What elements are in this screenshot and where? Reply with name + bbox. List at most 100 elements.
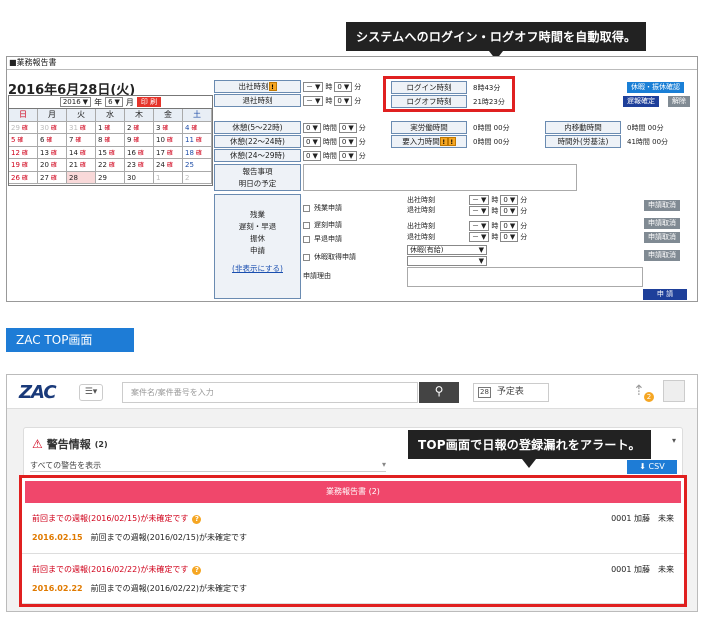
menu-icon[interactable]: ☰▾ — [79, 384, 103, 401]
holiday-type-select[interactable]: 休暇(有給) ▼ — [407, 245, 487, 255]
release-button[interactable]: 解除 — [668, 96, 690, 107]
calendar-day[interactable]: 25 — [183, 159, 212, 172]
calendar-day[interactable]: 2 確 — [125, 121, 154, 134]
attend-out-input[interactable]: － ▼ 時 0 ▼ 分 — [303, 96, 361, 106]
calendar-day[interactable]: 30 確 — [38, 121, 67, 134]
outside-hours-value: 41時間 00分 — [627, 138, 669, 146]
notification-icon[interactable]: ⇡ — [633, 383, 645, 399]
calendar-day[interactable]: 24 確 — [154, 159, 183, 172]
cancel-early-button[interactable]: 申請取消 — [644, 232, 680, 243]
calendar-day[interactable]: 3 確 — [154, 121, 183, 134]
calendar-day[interactable]: 11 確 — [183, 134, 212, 147]
break1-input[interactable]: 0 ▼ 時間 0 ▼ 分 — [303, 123, 366, 133]
attend-in-input[interactable]: － ▼ 時 0 ▼ 分 — [303, 82, 361, 92]
alert-link[interactable]: 前回までの週報(2016/02/15)が未確定です — [32, 514, 188, 523]
request-label: 残業 遅刻・早退 振休 申請 (非表示にする) — [214, 194, 301, 299]
alert-list: 前回までの週報(2016/02/15)が未確定です? 0001 加藤 未来 2016… — [22, 503, 684, 604]
break2-label: 休憩(22～24時) — [214, 135, 301, 148]
calendar-day[interactable]: 17 確 — [154, 146, 183, 159]
calendar-day[interactable]: 27 確 — [38, 171, 67, 184]
calendar-day[interactable]: 18 確 — [183, 146, 212, 159]
late-checkbox[interactable]: 遅刻申請 — [303, 220, 342, 230]
help-icon[interactable]: ? — [192, 515, 202, 524]
alert-user: 0001 加藤 — [611, 514, 650, 523]
calendar-day[interactable]: 29 確 — [9, 121, 38, 134]
cancel-holiday-button[interactable]: 申請取消 — [644, 250, 680, 261]
calendar-day[interactable]: 19 確 — [9, 159, 38, 172]
calendar-day[interactable]: 31 確 — [67, 121, 96, 134]
chevron-down-icon: ▼ — [478, 246, 484, 254]
calendar-day[interactable]: 8 確 — [96, 134, 125, 147]
alert-row: 前回までの週報(2016/02/22)が未確定です? 0001 加藤 未来 2016… — [22, 554, 684, 604]
calendar-day[interactable]: 12 確 — [9, 146, 38, 159]
alert-user: 0001 加藤 — [611, 565, 650, 574]
holiday-confirm-button[interactable]: 休暇・振休確認 — [627, 82, 684, 93]
late-out-label: 退社時刻 — [407, 233, 435, 241]
warning-icon: ! — [439, 137, 448, 146]
calendar-day[interactable]: 26 確 — [9, 171, 38, 184]
calendar-day[interactable]: 15 確 — [96, 146, 125, 159]
report-textarea[interactable] — [303, 164, 577, 191]
entered-hours-value: 0時間 00分 — [473, 138, 510, 146]
alert-date: 2016.02.15 — [32, 533, 83, 542]
month-select[interactable]: 6 ▼ — [105, 97, 123, 107]
print-button[interactable]: 印 刷 — [136, 97, 162, 107]
ot-in-label: 出社時刻 — [407, 196, 435, 204]
break3-label: 休憩(24～29時) — [214, 149, 301, 162]
reason-textarea[interactable] — [407, 267, 643, 287]
help-icon[interactable]: ? — [192, 566, 202, 575]
ot-in-input[interactable]: － ▼ 時 0 ▼ 分 — [469, 195, 527, 205]
calendar-day[interactable]: 28 — [67, 171, 96, 184]
alert-desc: 前回までの週報(2016/02/22)が未確定です — [90, 584, 247, 593]
alert-status: 未来 — [658, 514, 674, 523]
late-out-input[interactable]: － ▼ 時 0 ▼ 分 — [469, 232, 527, 242]
weekday-header: 月 — [38, 109, 67, 122]
calendar-day[interactable]: 4 確 — [183, 121, 212, 134]
calendar-day[interactable]: 9 確 — [125, 134, 154, 147]
ot-out-label: 退社時刻 — [407, 206, 435, 214]
calendar-day[interactable]: 23 確 — [125, 159, 154, 172]
calendar-day[interactable]: 5 確 — [9, 134, 38, 147]
weekday-header: 金 — [154, 109, 183, 122]
warning-filter-select[interactable]: すべての警告を表示 ▾ — [30, 460, 386, 472]
calendar-day[interactable]: 21 確 — [67, 159, 96, 172]
cancel-overtime-button[interactable]: 申請取消 — [644, 200, 680, 211]
overtime-confirm-button[interactable]: 遅報確定 — [623, 96, 659, 107]
overtime-checkbox[interactable]: 残業申請 — [303, 203, 342, 213]
apply-button[interactable]: 申 請 — [643, 289, 687, 300]
internal-move-label: 内移動時間 — [545, 121, 621, 134]
break2-input[interactable]: 0 ▼ 時間 0 ▼ 分 — [303, 137, 366, 147]
calendar-day[interactable]: 13 確 — [38, 146, 67, 159]
calendar-day[interactable]: 2 — [183, 171, 212, 184]
hide-link[interactable]: (非表示にする) — [215, 263, 300, 275]
calendar-day[interactable]: 7 確 — [67, 134, 96, 147]
calendar-day[interactable]: 22 確 — [96, 159, 125, 172]
calendar-day[interactable]: 14 確 — [67, 146, 96, 159]
late-in-input[interactable]: － ▼ 時 0 ▼ 分 — [469, 221, 527, 231]
calendar-day[interactable]: 1 確 — [96, 121, 125, 134]
search-input[interactable]: 案件名/案件番号を入力 — [122, 382, 418, 403]
schedule-button[interactable]: 28 予定表 — [473, 383, 549, 402]
actual-hours-label: 実労働時間 — [391, 121, 467, 134]
break3-input[interactable]: 0 ▼ 時間 0 ▼ 分 — [303, 151, 366, 161]
search-icon[interactable]: ⚲ — [419, 382, 459, 403]
calendar-day[interactable]: 29 — [96, 171, 125, 184]
break1-label: 休憩(5～22時) — [214, 121, 301, 134]
ot-out-input[interactable]: － ▼ 時 0 ▼ 分 — [469, 206, 527, 216]
calendar-day[interactable]: 16 確 — [125, 146, 154, 159]
holiday-sub-select[interactable]: ▼ — [407, 256, 487, 266]
calendar-day[interactable]: 10 確 — [154, 134, 183, 147]
collapse-icon[interactable]: ▾ — [672, 436, 676, 445]
alert-link[interactable]: 前回までの週報(2016/02/22)が未確定です — [32, 565, 188, 574]
calendar-day[interactable]: 20 確 — [38, 159, 67, 172]
avatar[interactable] — [663, 380, 685, 402]
cancel-late-button[interactable]: 申請取消 — [644, 218, 680, 229]
calendar-day[interactable]: 30 — [125, 171, 154, 184]
year-select[interactable]: 2016 ▼ — [59, 97, 92, 107]
csv-button[interactable]: ⬇ CSV — [627, 460, 677, 474]
holiday-checkbox[interactable]: 休暇取得申請 — [303, 252, 356, 262]
calendar-day[interactable]: 1 — [154, 171, 183, 184]
calendar-day[interactable]: 6 確 — [38, 134, 67, 147]
section-header: 業務報告書 (2) — [25, 481, 681, 503]
early-checkbox[interactable]: 早退申請 — [303, 234, 342, 244]
